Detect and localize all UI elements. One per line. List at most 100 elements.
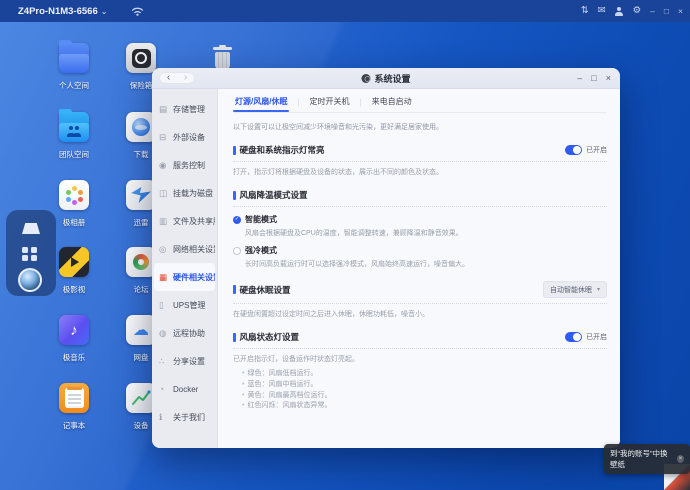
app-label-music: 极音乐 [37, 352, 111, 363]
toast-close-button[interactable]: × [677, 455, 684, 463]
topbar-close-button[interactable]: × [678, 6, 683, 16]
section-fan-mode: 风扇降温模式设置 [233, 189, 607, 201]
docker-icon: ◔ [159, 385, 169, 394]
sidebar-label: 分享设置 [173, 356, 205, 367]
sidebar-item-docker[interactable]: ◔Docker [154, 375, 215, 403]
sidebar-label: 外部设备 [173, 132, 205, 143]
recycle-bin-icon[interactable] [211, 44, 234, 71]
app-icon-notes[interactable] [59, 383, 89, 413]
headset-icon: ◍ [159, 329, 169, 338]
sidebar-label: UPS管理 [173, 300, 205, 311]
flower-icon [72, 193, 77, 198]
section-indicator-light: 硬盘和系统指示灯常亮 已开启 [233, 144, 607, 156]
window-minimize-button[interactable]: – [577, 74, 582, 83]
settings-sidebar: ▤存储管理 ⊟外部设备 ◉服务控制 ◫ 挂载为磁盘 ▥文件及共享服务 ◎网络相关设… [152, 89, 218, 448]
app-icon-team-space[interactable] [59, 112, 89, 142]
window-close-button[interactable]: × [606, 74, 611, 83]
sidebar-item-file-sharing[interactable]: ▥文件及共享服务 [154, 207, 215, 235]
notepad-icon [65, 388, 84, 408]
transfer-icon[interactable]: ⇅ [581, 6, 589, 16]
globe-icon [132, 118, 150, 136]
topbar-maximize-button[interactable]: □ [664, 6, 669, 16]
sidebar-item-remote-assist[interactable]: ◍ 远程协助 [154, 319, 215, 347]
bird-icon [131, 187, 151, 203]
app-icon-movies[interactable] [59, 247, 89, 277]
radio-desc: 风扇会根据硬盘及CPU的温度，智能调整转速，兼顾降温和静音效果。 [245, 228, 607, 238]
sidebar-item-about[interactable]: ℹ关于我们 [154, 403, 215, 431]
window-title-group: 系统设置 [361, 72, 410, 85]
indicator-light-toggle[interactable] [565, 145, 582, 155]
dock-nas-icon[interactable] [22, 223, 40, 234]
section-desc: 在硬盘闲置超过设定时间之后进入休眠，休眠功耗低，噪音小。 [233, 309, 607, 319]
section-desc: 打开，指示灯将根据硬盘及设备的状态，展示出不同的颜色及状态。 [233, 167, 607, 177]
sidebar-label: 远程协助 [173, 328, 205, 339]
hardware-grid-icon: ▦ [159, 273, 169, 282]
divider [233, 303, 607, 304]
sidebar-item-mount-as-disk[interactable]: ◫ 挂载为磁盘 [154, 179, 215, 207]
bullet-item: •蓝色：风扇中档运行。 [242, 380, 607, 391]
cloud-icon: ☁ [133, 320, 149, 340]
device-name-button[interactable]: Z4Pro-N1M3-6566 ⌄ [18, 6, 107, 17]
toggle-state-label: 已开启 [586, 145, 607, 155]
trash-lid [213, 47, 232, 50]
app-icon-personal-space[interactable] [59, 43, 89, 73]
chevron-down-icon: ▾ [597, 286, 600, 293]
topbar-actions: ⇅ ✉ ⚙ – □ × [581, 6, 683, 16]
tab-separator: | [360, 98, 362, 112]
divider [233, 348, 607, 349]
settings-content: 灯源/风扇/休眠 | 定时开关机 | 来电自启动 以下设置可以让极空间减少环境噪… [218, 89, 620, 448]
settings-gear-icon[interactable]: ⚙ [633, 6, 642, 16]
swirl-icon [133, 254, 149, 270]
radio-label: 强冷模式 [245, 245, 277, 256]
toast-text: 到“我的账号”中换壁纸 [610, 448, 673, 470]
tab-auto-power-on[interactable]: 来电自启动 [370, 96, 414, 112]
section-accent-bar [233, 146, 236, 155]
sidebar-item-network-settings[interactable]: ◎网络相关设置 [154, 235, 215, 263]
dock-avatar[interactable] [18, 268, 42, 292]
section-title: 风扇降温模式设置 [240, 189, 308, 201]
sidebar-item-service-control[interactable]: ◉服务控制 [154, 151, 215, 179]
topbar-minimize-button[interactable]: – [650, 6, 655, 16]
sidebar-item-storage[interactable]: ▤存储管理 [154, 95, 215, 123]
app-icon-music[interactable]: ♪ [59, 315, 89, 345]
sidebar-label: 关于我们 [173, 412, 205, 423]
sidebar-item-share-settings[interactable]: ∴分享设置 [154, 347, 215, 375]
section-title: 风扇状态灯设置 [240, 331, 300, 343]
nav-forward-button[interactable]: › [184, 73, 187, 83]
bullet-item: •绿色：风扇低档运行。 [242, 369, 607, 380]
sidebar-item-external-devices[interactable]: ⊟外部设备 [154, 123, 215, 151]
hdd-sleep-dropdown[interactable]: 自动智能休眠 ▾ [543, 281, 607, 298]
ups-battery-icon: ▯ [159, 301, 169, 310]
app-label-team-space: 团队空间 [37, 149, 111, 160]
dock-apps-grid-icon[interactable] [22, 247, 40, 261]
sidebar-label: 网络相关设置 [173, 244, 215, 255]
window-maximize-button[interactable]: □ [591, 74, 596, 83]
radio-smart-mode[interactable]: ✓ 智能模式 [233, 214, 607, 225]
dropdown-value: 自动智能休眠 [550, 285, 592, 295]
user-icon[interactable] [615, 7, 624, 16]
divider [233, 161, 607, 162]
bullet-item: •红色闪烁：风扇状态异常。 [242, 401, 607, 412]
disk-icon: ◫ [159, 189, 169, 198]
sidebar-label: 挂载为磁盘 [173, 188, 213, 199]
radio-strong-cooling-mode[interactable]: 强冷模式 [233, 245, 607, 256]
tab-scheduled-power[interactable]: 定时开关机 [308, 96, 352, 112]
fan-status-light-toggle[interactable] [565, 332, 582, 342]
nav-back-button[interactable]: ‹ [167, 73, 170, 83]
section-desc: 已开启指示灯，设备运作时状态灯亮起。 [233, 354, 607, 364]
vault-lens-icon [132, 49, 151, 68]
sidebar-item-hardware-settings[interactable]: ▦硬件相关设置 [154, 263, 215, 291]
sidebar-label: 文件及共享服务 [173, 216, 215, 227]
bullet-item: •黄色：风扇最高档位运行。 [242, 391, 607, 402]
app-icon-photos[interactable] [59, 180, 89, 210]
window-body: ▤存储管理 ⊟外部设备 ◉服务控制 ◫ 挂载为磁盘 ▥文件及共享服务 ◎网络相关设… [152, 89, 620, 448]
intro-text: 以下设置可以让极空间减少环境噪音和光污染，更好满足居家使用。 [233, 122, 607, 132]
app-label-notes: 记事本 [37, 420, 111, 431]
sidebar-item-ups[interactable]: ▯ UPS管理 [154, 291, 215, 319]
wallpaper-hint-toast: 到“我的账号”中换壁纸 × [604, 444, 690, 474]
chevron-down-icon: ⌄ [101, 7, 108, 16]
desktop-screen: Z4Pro-N1M3-6566 ⌄ ⇅ ✉ ⚙ – □ × 个人空间 团队空间 … [0, 0, 690, 490]
settings-window: ‹ › 系统设置 – □ × ▤存储管理 ⊟外部设备 ◉服务控制 ◫ 挂载为磁盘 … [152, 68, 620, 448]
tab-light-fan-sleep[interactable]: 灯源/风扇/休眠 [233, 96, 289, 112]
mail-icon[interactable]: ✉ [598, 6, 606, 16]
